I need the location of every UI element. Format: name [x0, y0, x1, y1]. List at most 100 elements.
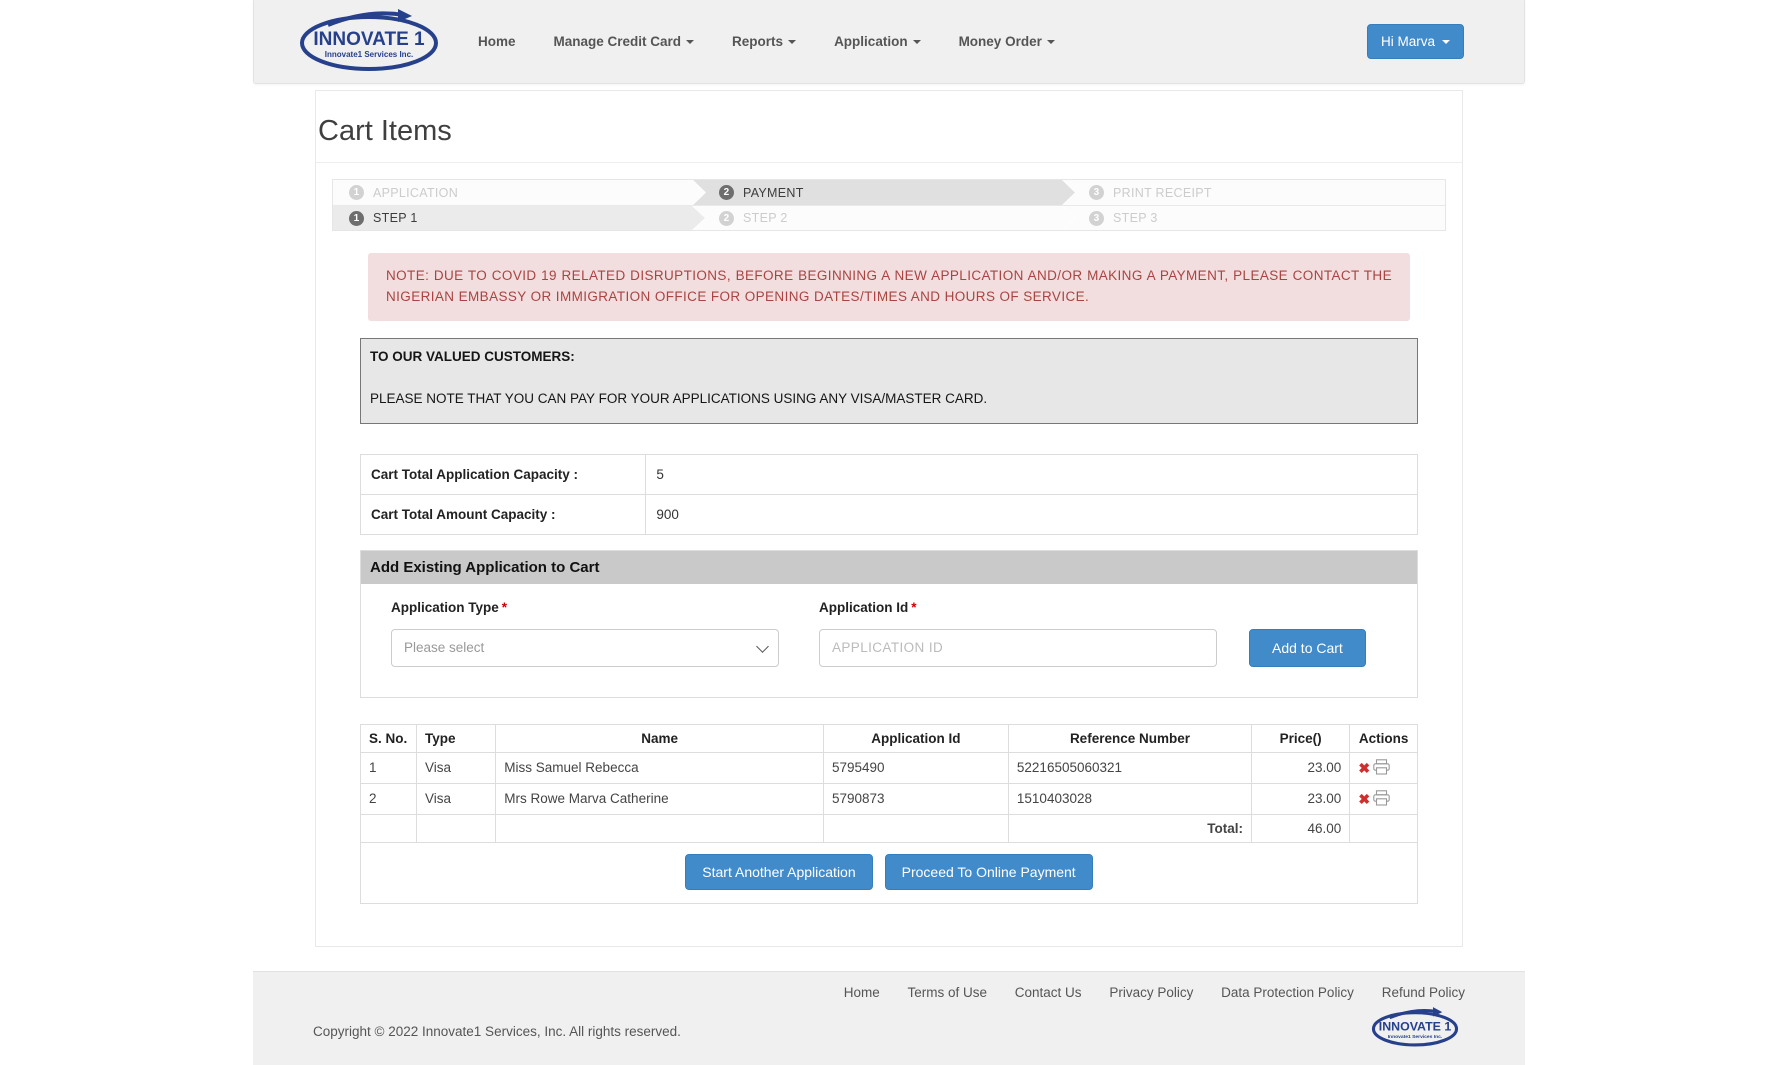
- nav-item-label: Home: [478, 34, 516, 49]
- application-type-select[interactable]: Please select: [391, 629, 779, 667]
- print-item-icon[interactable]: [1373, 759, 1390, 775]
- footer-link-contact[interactable]: Contact Us: [1015, 985, 1082, 1000]
- step-label: PAYMENT: [743, 186, 804, 200]
- step-number-badge: 1: [349, 211, 364, 226]
- cell-sno: 1: [361, 752, 417, 783]
- col-price: Price(): [1252, 724, 1350, 752]
- summary-label: Cart Total Application Capacity :: [361, 454, 646, 494]
- user-menu-label: Hi Marva: [1381, 34, 1435, 49]
- innovate1-logo-icon: INNOVATE 1 Innovate1 Services Inc.: [1371, 1006, 1459, 1048]
- cell-empty: [417, 814, 496, 842]
- footer-links: Home Terms of Use Contact Us Privacy Pol…: [313, 985, 1465, 1000]
- caret-down-icon: [788, 40, 796, 44]
- brand-logo[interactable]: INNOVATE 1 Innovate1 Services Inc.: [298, 7, 440, 76]
- page-footer: Home Terms of Use Contact Us Privacy Pol…: [253, 971, 1525, 1065]
- main-nav: Home Manage Credit Card Reports Applicat…: [478, 34, 1055, 49]
- nav-item-label: Manage Credit Card: [554, 34, 682, 49]
- customer-note: TO OUR VALUED CUSTOMERS: PLEASE NOTE THA…: [360, 338, 1418, 424]
- step-number-badge: 1: [349, 185, 364, 200]
- step-3: 3 STEP 3: [1063, 206, 1445, 230]
- cell-price: 23.00: [1252, 783, 1350, 814]
- cell-price: 23.00: [1252, 752, 1350, 783]
- col-application-id: Application Id: [823, 724, 1008, 752]
- top-navbar: INNOVATE 1 Innovate1 Services Inc. Home …: [253, 0, 1525, 84]
- cell-actions: ✖: [1350, 783, 1418, 814]
- total-value: 46.00: [1252, 814, 1350, 842]
- footer-link-data-protection[interactable]: Data Protection Policy: [1221, 985, 1354, 1000]
- application-type-select-wrap: Please select: [391, 629, 779, 667]
- cell-empty: [1350, 814, 1418, 842]
- cell-name: Miss Samuel Rebecca: [496, 752, 824, 783]
- required-asterisk: *: [911, 600, 916, 615]
- application-type-label: Application Type*: [391, 600, 779, 615]
- cell-reference-number: 52216505060321: [1008, 752, 1251, 783]
- footer-link-terms[interactable]: Terms of Use: [907, 985, 987, 1000]
- step-label: STEP 2: [743, 211, 788, 225]
- nav-item-application[interactable]: Application: [834, 34, 921, 49]
- step-number-badge: 3: [1089, 211, 1104, 226]
- col-reference-number: Reference Number: [1008, 724, 1251, 752]
- caret-down-icon: [913, 40, 921, 44]
- footer-link-home[interactable]: Home: [844, 985, 880, 1000]
- innovate1-logo-icon: INNOVATE 1 Innovate1 Services Inc.: [298, 7, 440, 73]
- cell-application-id: 5790873: [823, 783, 1008, 814]
- add-application-panel: Add Existing Application to Cart Applica…: [360, 550, 1418, 698]
- step-1: 1 STEP 1: [333, 206, 705, 230]
- required-asterisk: *: [502, 600, 507, 615]
- nav-item-reports[interactable]: Reports: [732, 34, 796, 49]
- footer-brand-logo: INNOVATE 1 Innovate1 Services Inc.: [1371, 1006, 1459, 1051]
- cell-empty: [361, 814, 417, 842]
- table-row: Cart Total Amount Capacity : 900: [361, 494, 1418, 534]
- delete-item-icon[interactable]: ✖: [1358, 760, 1370, 776]
- logo-tagline: Innovate1 Services Inc.: [325, 50, 414, 59]
- page-title: Cart Items: [318, 115, 1462, 148]
- page-wrapper: INNOVATE 1 Innovate1 Services Inc. Home …: [253, 0, 1525, 1065]
- nav-item-manage-credit-card[interactable]: Manage Credit Card: [554, 34, 695, 49]
- caret-down-icon: [1442, 40, 1450, 44]
- cart-actions: Start Another Application Proceed To Onl…: [360, 843, 1418, 904]
- cell-reference-number: 1510403028: [1008, 783, 1251, 814]
- application-type-field-group: Application Type* Please select: [391, 600, 779, 667]
- summary-label: Cart Total Amount Capacity :: [361, 494, 646, 534]
- print-item-icon[interactable]: [1373, 790, 1390, 806]
- caret-down-icon: [1047, 40, 1055, 44]
- step-label: PRINT RECEIPT: [1113, 186, 1212, 200]
- user-menu-button[interactable]: Hi Marva: [1367, 24, 1464, 59]
- add-to-cart-button[interactable]: Add to Cart: [1249, 629, 1366, 667]
- covid-alert: NOTE: DUE TO COVID 19 RELATED DISRUPTION…: [368, 253, 1410, 321]
- table-row: 2 Visa Mrs Rowe Marva Catherine 5790873 …: [361, 783, 1418, 814]
- application-id-input[interactable]: [819, 629, 1217, 667]
- label-text: Application Type: [391, 600, 499, 615]
- delete-item-icon[interactable]: ✖: [1358, 791, 1370, 807]
- step-label: STEP 3: [1113, 211, 1158, 225]
- table-row: 1 Visa Miss Samuel Rebecca 5795490 52216…: [361, 752, 1418, 783]
- step-payment: 2 PAYMENT: [693, 180, 1075, 205]
- start-another-application-button[interactable]: Start Another Application: [685, 854, 872, 890]
- customer-note-heading: TO OUR VALUED CUSTOMERS:: [370, 349, 1408, 364]
- nav-item-home[interactable]: Home: [478, 34, 516, 49]
- cart-items-table: S. No. Type Name Application Id Referenc…: [360, 724, 1418, 843]
- cell-actions: ✖: [1350, 752, 1418, 783]
- proceed-to-online-payment-button[interactable]: Proceed To Online Payment: [885, 854, 1093, 890]
- cart-summary-table: Cart Total Application Capacity : 5 Cart…: [360, 454, 1418, 535]
- cell-type: Visa: [417, 752, 496, 783]
- application-id-label: Application Id*: [819, 600, 1217, 615]
- cell-application-id: 5795490: [823, 752, 1008, 783]
- cell-empty: [823, 814, 1008, 842]
- cell-type: Visa: [417, 783, 496, 814]
- footer-link-privacy[interactable]: Privacy Policy: [1109, 985, 1193, 1000]
- logo-text: INNOVATE 1: [313, 29, 425, 50]
- col-actions: Actions: [1350, 724, 1418, 752]
- col-type: Type: [417, 724, 496, 752]
- nav-item-money-order[interactable]: Money Order: [959, 34, 1055, 49]
- footer-link-refund[interactable]: Refund Policy: [1382, 985, 1465, 1000]
- cell-empty: [496, 814, 824, 842]
- nav-item-label: Application: [834, 34, 908, 49]
- logo-text: INNOVATE 1: [1379, 1020, 1452, 1034]
- caret-down-icon: [686, 40, 694, 44]
- customer-note-body: PLEASE NOTE THAT YOU CAN PAY FOR YOUR AP…: [370, 391, 1408, 406]
- step-number-badge: 2: [719, 185, 734, 200]
- summary-value: 5: [646, 454, 1418, 494]
- copyright-text: Copyright © 2022 Innovate1 Services, Inc…: [313, 1024, 1465, 1039]
- step-print-receipt: 3 PRINT RECEIPT: [1063, 180, 1445, 205]
